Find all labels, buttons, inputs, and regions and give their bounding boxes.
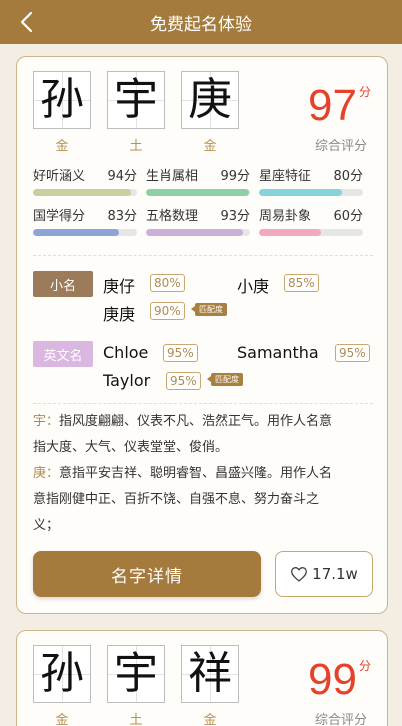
match-percent: 85% <box>284 274 319 292</box>
five-element-label: 土 <box>129 139 143 154</box>
match-badge: 匹配度 <box>207 373 243 386</box>
char-box: 宇 <box>107 645 165 703</box>
chevron-left-icon <box>20 11 33 33</box>
score-label: 综合评分 <box>314 713 367 726</box>
metric-value: 93分 <box>220 209 250 224</box>
five-element-label: 金 <box>55 713 69 726</box>
metric-value: 60分 <box>333 209 363 224</box>
name-char: 宇 <box>114 648 158 699</box>
name-char: 庚 <box>188 74 232 125</box>
meaning-text: 意指平安吉祥、聪明睿智、昌盛兴隆。用作人名 <box>59 466 333 481</box>
name-char: 孙 <box>40 648 84 699</box>
metric-bar <box>259 229 363 236</box>
name-char: 宇 <box>114 74 158 125</box>
metric-bar-fill <box>146 189 249 196</box>
match-percent: 95% <box>163 344 198 362</box>
five-element-label: 金 <box>55 139 69 154</box>
metric-value: 83分 <box>107 209 137 224</box>
score-unit: 分 <box>358 659 371 673</box>
meaning-line: 宇：指风度翩翩、仪表不凡、浩然正气。用作人名意 <box>33 409 378 435</box>
metric-value: 80分 <box>333 169 363 184</box>
name-detail-button[interactable]: 名字详情 <box>33 551 261 597</box>
total-score: 99 分 <box>308 657 371 702</box>
name-char: 祥 <box>188 648 232 699</box>
metric-bar <box>259 189 363 196</box>
five-element-label: 金 <box>203 713 217 726</box>
five-element-label: 金 <box>203 139 217 154</box>
meaning-key: 宇： <box>33 414 60 429</box>
metric-bar-fill <box>33 189 131 196</box>
like-count: 17.1w <box>312 565 358 583</box>
metric-haoting: 好听涵义 94分 <box>33 165 137 196</box>
divider <box>33 255 373 256</box>
meaning-line: 庚：意指平安吉祥、聪明睿智、昌盛兴隆。用作人名 <box>33 461 378 487</box>
nickname-candidate[interactable]: 小庚 <box>237 273 269 297</box>
metric-guoxue: 国学得分 83分 <box>33 205 137 236</box>
metric-label: 五格数理 <box>146 209 199 224</box>
metric-bar <box>146 229 250 236</box>
metric-value: 99分 <box>220 169 250 184</box>
metric-xingzuo: 星座特征 80分 <box>259 165 363 196</box>
heart-icon <box>291 567 308 582</box>
meaning-key: 庚： <box>33 466 60 481</box>
name-card[interactable]: 孙 宇 庚 金 土 金 97 分 综合评分 好听涵义 94分 生肖属相 99分 星座… <box>16 56 388 614</box>
char-box: 孙 <box>33 71 91 129</box>
english-name-candidate[interactable]: Taylor <box>103 371 150 390</box>
metric-label: 生肖属相 <box>146 169 199 184</box>
nickname-candidate[interactable]: 庚仔 <box>103 273 135 297</box>
score-value: 99 <box>308 655 357 704</box>
english-name-tag: 英文名 <box>33 341 93 367</box>
metric-bar <box>33 229 137 236</box>
metric-bar-fill <box>146 229 243 236</box>
char-box: 宇 <box>107 71 165 129</box>
metric-zhouyi: 周易卦象 60分 <box>259 205 363 236</box>
name-char: 孙 <box>40 74 84 125</box>
char-box: 孙 <box>33 645 91 703</box>
page-title: 免费起名体验 <box>150 14 252 35</box>
app-header: 免费起名体验 <box>0 0 402 44</box>
meaning-line: 义； <box>33 518 60 533</box>
nickname-candidate[interactable]: 庚庚 <box>103 301 135 325</box>
char-meanings: 宇：指风度翩翩、仪表不凡、浩然正气。用作人名意 指大度、大气、仪表堂堂、俊俏。 … <box>33 409 378 539</box>
five-element-label: 土 <box>129 713 143 726</box>
metric-label: 好听涵义 <box>33 169 86 184</box>
back-button[interactable] <box>14 9 38 35</box>
metric-bar-fill <box>259 229 322 236</box>
match-percent: 95% <box>335 344 370 362</box>
english-name-candidate[interactable]: Chloe <box>103 343 148 362</box>
char-box: 庚 <box>181 71 239 129</box>
nickname-tag: 小名 <box>33 271 93 297</box>
english-name-candidate[interactable]: Samantha <box>237 343 319 362</box>
meaning-line: 指大度、大气、仪表堂堂、俊俏。 <box>33 440 229 455</box>
metric-value: 94分 <box>107 169 137 184</box>
score-value: 97 <box>308 81 357 130</box>
metric-bar-fill <box>33 229 120 236</box>
match-badge: 匹配度 <box>191 303 227 316</box>
metric-label: 周易卦象 <box>259 209 312 224</box>
metric-shengxiao: 生肖属相 99分 <box>146 165 250 196</box>
total-score: 97 分 <box>308 83 371 128</box>
metric-label: 国学得分 <box>33 209 86 224</box>
metric-wuge: 五格数理 93分 <box>146 205 250 236</box>
match-percent: 90% <box>150 302 185 320</box>
metric-bar-fill <box>259 189 343 196</box>
match-percent: 80% <box>150 274 185 292</box>
score-unit: 分 <box>358 85 371 99</box>
meaning-line: 意指刚健中正、百折不饶、自强不息、努力奋斗之 <box>33 492 320 507</box>
meaning-text: 指风度翩翩、仪表不凡、浩然正气。用作人名意 <box>59 414 333 429</box>
metric-label: 星座特征 <box>259 169 312 184</box>
metric-bar <box>146 189 250 196</box>
match-percent: 95% <box>166 372 201 390</box>
divider <box>33 403 373 404</box>
score-label: 综合评分 <box>314 139 367 154</box>
metric-bar <box>33 189 137 196</box>
like-button[interactable]: 17.1w <box>275 551 373 597</box>
char-box: 祥 <box>181 645 239 703</box>
name-card[interactable]: 孙 宇 祥 金 土 金 99 分 综合评分 <box>16 630 388 726</box>
